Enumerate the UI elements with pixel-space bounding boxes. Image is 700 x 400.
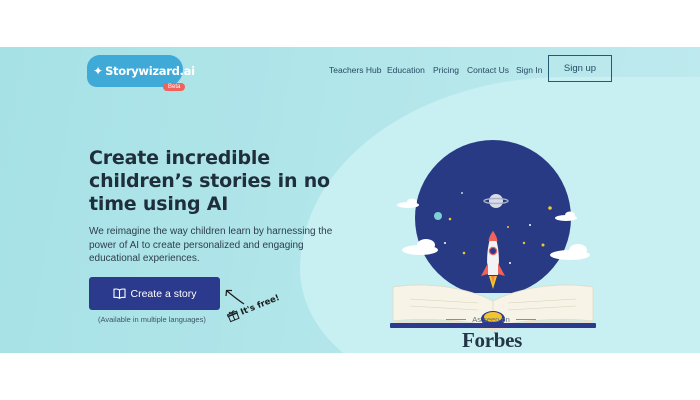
open-book-icon (112, 288, 126, 299)
divider-right (515, 319, 536, 320)
nav-education[interactable]: Education (387, 65, 425, 75)
nav-pricing[interactable]: Pricing (433, 65, 459, 75)
beta-badge: Beta (163, 83, 186, 91)
small-planet-icon (434, 212, 442, 220)
as-seen-on-label: As seen on (472, 315, 510, 324)
hero-illustration (390, 140, 596, 331)
hero-subtext: We reimagine the way children learn by h… (89, 226, 333, 264)
availability-note: (Available in multiple languages) (98, 315, 206, 324)
divider-left (446, 319, 467, 320)
create-story-label: Create a story (130, 287, 197, 300)
cloud-icon-small (397, 198, 419, 208)
arrow-icon (225, 289, 245, 305)
signup-button[interactable]: Sign up (548, 55, 612, 82)
nav-sign-in[interactable]: Sign In (516, 65, 542, 75)
nav-teachers-hub[interactable]: Teachers Hub (329, 65, 381, 75)
cloud-icon-left (402, 239, 438, 255)
create-story-button[interactable]: Create a story (89, 277, 220, 310)
hero-section: ✦ Storywizard.ai Beta Teachers Hub Educa… (0, 47, 700, 353)
forbes-logo: Forbes (462, 328, 523, 352)
gift-icon (226, 310, 240, 323)
hero-headline: Create incredible children’s stories in … (89, 147, 330, 215)
magic-wand-icon: ✦ (93, 64, 104, 78)
as-seen-on: As seen on (440, 315, 542, 324)
nav-contact-us[interactable]: Contact Us (467, 65, 509, 75)
logo-text: Storywizard.ai (105, 64, 195, 78)
